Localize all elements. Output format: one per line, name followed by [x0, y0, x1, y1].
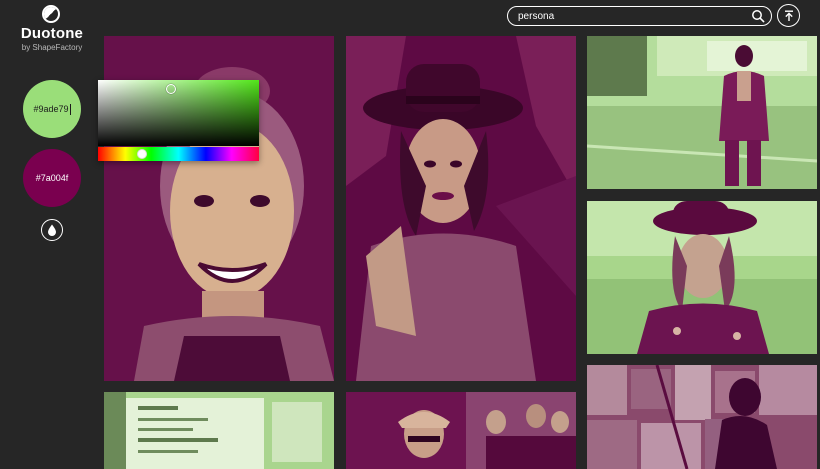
- dark-color-hex[interactable]: #7a004f: [36, 173, 69, 183]
- dark-color-swatch[interactable]: #7a004f: [23, 149, 81, 207]
- upload-icon[interactable]: [777, 4, 800, 27]
- app-subtitle: by ShapeFactory: [21, 43, 83, 52]
- photo-street-crowd[interactable]: [346, 392, 576, 469]
- saturation-value-area[interactable]: [98, 80, 259, 146]
- search-input[interactable]: [518, 9, 743, 23]
- brand: Duotone by ShapeFactory: [0, 0, 104, 60]
- search-bar[interactable]: [507, 6, 772, 26]
- photo-woman-in-hat[interactable]: [346, 36, 576, 381]
- drop-icon[interactable]: [41, 219, 63, 241]
- app-title: Duotone: [20, 25, 84, 42]
- photo-man-in-suit[interactable]: [587, 36, 817, 189]
- search-icon[interactable]: [751, 9, 765, 23]
- hue-handle[interactable]: [137, 149, 147, 159]
- photo-poster-wall[interactable]: [587, 365, 817, 469]
- color-picker[interactable]: [98, 80, 259, 161]
- hue-slider[interactable]: [98, 147, 259, 161]
- text-caret: [69, 103, 71, 115]
- logo-icon: [42, 5, 60, 23]
- saturation-handle[interactable]: [166, 84, 176, 94]
- photo-whiteboard-notes[interactable]: [104, 392, 334, 469]
- light-color-hex[interactable]: #9ade79: [33, 104, 68, 114]
- light-color-swatch[interactable]: #9ade79: [23, 80, 81, 138]
- photo-woman-at-beach[interactable]: [587, 201, 817, 354]
